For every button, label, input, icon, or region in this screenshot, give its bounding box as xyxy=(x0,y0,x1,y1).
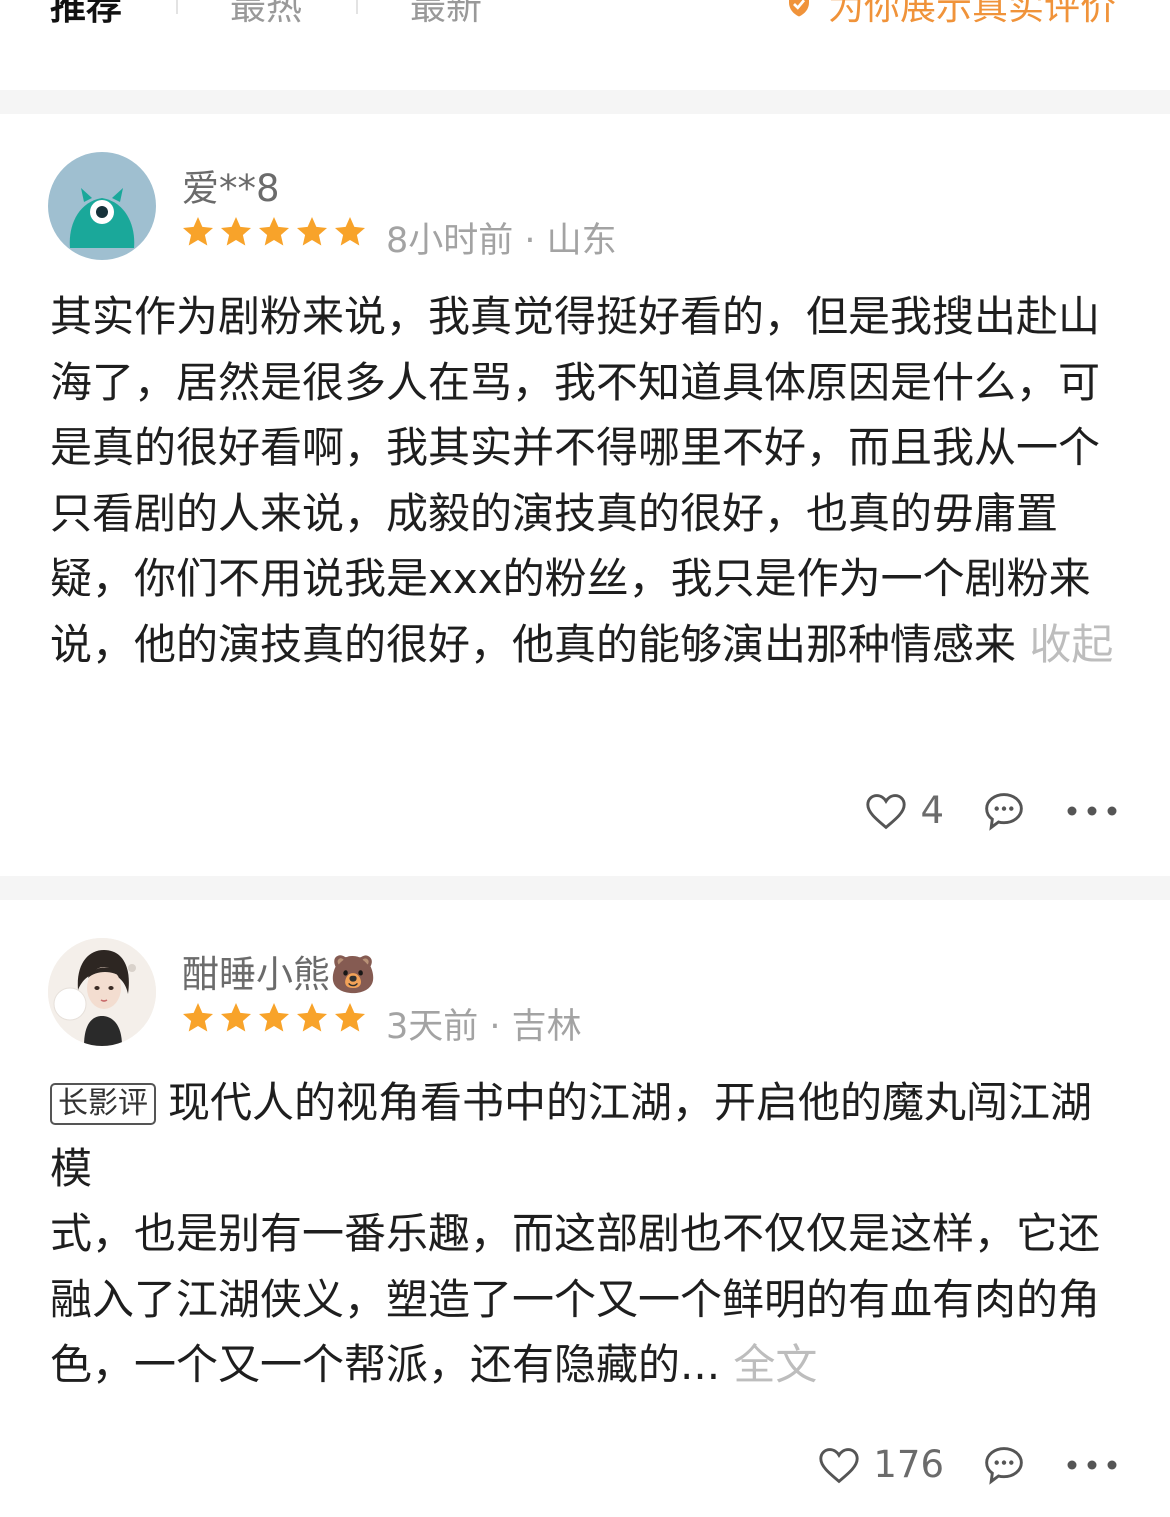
like-button[interactable]: 176 xyxy=(817,1443,944,1486)
speech-bubble-icon[interactable] xyxy=(982,790,1026,832)
review-card: 爱**8 8小时前 · 山东 其实作为剧粉来说，我真觉得挺好看的，但是我搜出赴山… xyxy=(0,114,1170,876)
section-gap xyxy=(0,90,1170,114)
star-icon xyxy=(335,217,365,246)
review-body-text: 现代人的视角看书中的江湖，开启他的魔丸闯江湖模 xyxy=(50,1078,1093,1193)
more-dots-icon[interactable] xyxy=(1066,805,1118,817)
tab-divider xyxy=(176,0,178,14)
like-count: 4 xyxy=(920,789,944,832)
review-text: 长影评 现代人的视角看书中的江湖，开启他的魔丸闯江湖模 式，也是别有一番乐趣，而这部… xyxy=(50,1070,1125,1398)
more-dots-icon[interactable] xyxy=(1066,1459,1118,1471)
like-button[interactable]: 4 xyxy=(864,789,944,832)
real-review-note-text: 为你展示真实评价 xyxy=(827,0,1116,28)
review-second-paragraph: 式，也是别有一番乐趣，而这部剧也不仅仅是这样，它还融入了江湖侠义，塑造了一个又一… xyxy=(50,1201,1125,1398)
star-icon xyxy=(259,1003,289,1032)
collapse-link[interactable]: 收起 xyxy=(1029,620,1113,669)
star-icon xyxy=(297,1003,327,1032)
review-text: 其实作为剧粉来说，我真觉得挺好看的，但是我搜出赴山海了，居然是很多人在骂，我不知… xyxy=(50,284,1125,677)
sort-tab-bar: 推荐 最热 最新 为你展示真实评价 xyxy=(0,0,1170,90)
section-gap xyxy=(0,876,1170,900)
review-first-paragraph: 长影评 现代人的视角看书中的江湖，开启他的魔丸闯江湖模 xyxy=(50,1070,1125,1201)
tab-newest[interactable]: 最新 xyxy=(410,0,482,30)
review-actions: 4 xyxy=(864,789,1118,832)
star-icon xyxy=(221,1003,251,1032)
review-card: 酣睡小熊🐻 3天前 · 吉林 长影评 现代人的视角看书中的江湖，开启他的魔丸闯江湖… xyxy=(0,900,1170,1517)
review-actions: 176 xyxy=(817,1443,1118,1486)
star-icon xyxy=(221,217,251,246)
review-meta: 3天前 · 吉林 xyxy=(386,1007,582,1047)
girl-avatar-image xyxy=(48,938,156,1046)
long-review-tag: 长影评 xyxy=(50,1083,156,1125)
like-count: 176 xyxy=(873,1443,944,1486)
star-rating xyxy=(180,214,368,250)
full-text-link[interactable]: 全文 xyxy=(733,1340,817,1389)
star-rating xyxy=(180,1000,368,1036)
avatar[interactable] xyxy=(48,938,156,1046)
real-review-note: 为你展示真实评价 xyxy=(784,0,1116,30)
avatar[interactable] xyxy=(48,152,156,260)
tab-hottest[interactable]: 最热 xyxy=(230,0,302,30)
monster-avatar-image xyxy=(48,152,156,260)
username[interactable]: 爱**8 xyxy=(182,158,280,212)
review-body-text: 式，也是别有一番乐趣，而这部剧也不仅仅是这样，它还融入了江湖侠义，塑造了一个又一… xyxy=(50,1209,1101,1389)
star-icon xyxy=(183,1003,213,1032)
star-icon xyxy=(183,217,213,246)
tab-recommended[interactable]: 推荐 xyxy=(50,0,122,30)
username[interactable]: 酣睡小熊🐻 xyxy=(182,944,376,998)
star-icon xyxy=(335,1003,365,1032)
tab-divider xyxy=(356,0,358,14)
star-icon xyxy=(259,217,289,246)
review-body-text: 其实作为剧粉来说，我真觉得挺好看的，但是我搜出赴山海了，居然是很多人在骂，我不知… xyxy=(50,292,1101,669)
heart-outline-icon xyxy=(866,793,907,829)
speech-bubble-icon[interactable] xyxy=(982,1444,1026,1486)
star-icon xyxy=(297,217,327,246)
verified-shield-icon xyxy=(788,0,809,17)
review-meta: 8小时前 · 山东 xyxy=(386,221,617,261)
heart-outline-icon xyxy=(819,1447,860,1483)
